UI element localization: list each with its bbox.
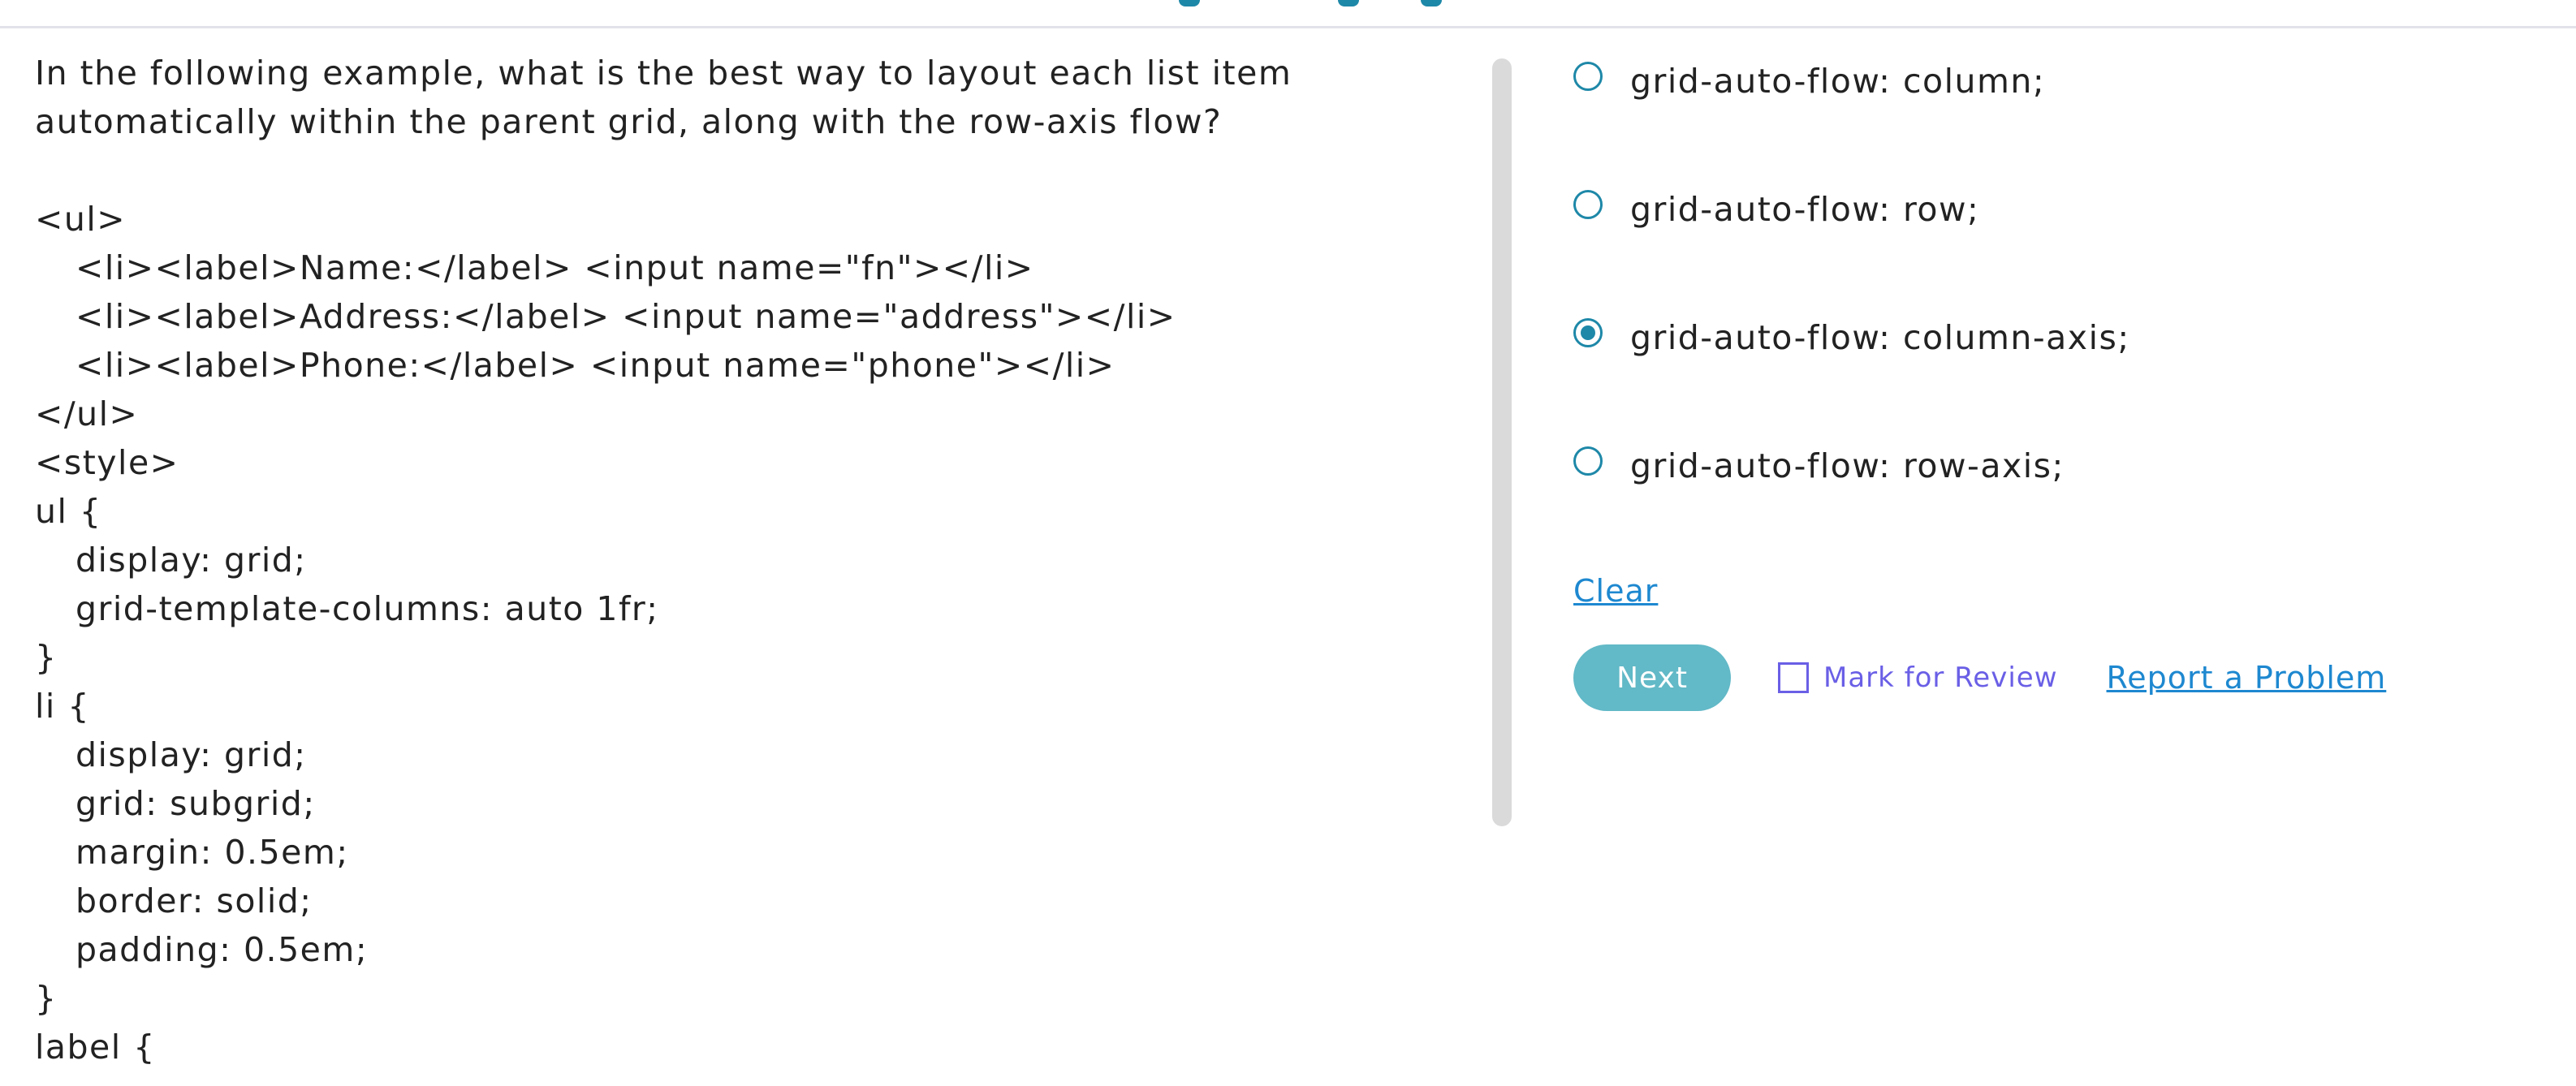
code-line: margin: 0.5em; <box>76 833 349 872</box>
code-line: display: grid; <box>76 735 307 774</box>
code-line: label { <box>35 1028 156 1067</box>
code-line: grid: subgrid; <box>76 784 316 823</box>
question-text-line: In the following example, what is the be… <box>35 54 1292 93</box>
code-line: <ul> <box>35 200 127 239</box>
answer-options: grid-auto-flow: column; grid-auto-flow: r… <box>1573 52 2130 565</box>
answer-option-label[interactable]: grid-auto-flow: row-axis; <box>1630 446 2065 485</box>
radio-icon[interactable] <box>1573 62 1603 91</box>
answer-option[interactable]: grid-auto-flow: row-axis; <box>1573 437 2130 495</box>
code-line: <li><label>Address:</label> <input name=… <box>76 297 1176 336</box>
answer-option-label[interactable]: grid-auto-flow: row; <box>1630 190 1979 229</box>
answer-option[interactable]: grid-auto-flow: column; <box>1573 52 2130 110</box>
code-snippet: <ul> <li><label>Name:</label> <input name… <box>35 195 1448 1071</box>
answer-option[interactable]: grid-auto-flow: row; <box>1573 180 2130 239</box>
report-problem-link[interactable]: Report a Problem <box>2107 660 2387 696</box>
question-text: In the following example, what is the be… <box>35 49 1448 146</box>
progress-dot <box>1421 0 1442 6</box>
question-pane: In the following example, what is the be… <box>35 49 1448 1071</box>
answer-option[interactable]: grid-auto-flow: column-axis; <box>1573 308 2130 367</box>
code-line: <style> <box>35 443 179 482</box>
radio-icon[interactable] <box>1573 446 1603 476</box>
question-text-line: automatically within the parent grid, al… <box>35 102 1223 141</box>
next-button[interactable]: Next <box>1573 644 1731 711</box>
code-line: <li><label>Phone:</label> <input name="p… <box>76 346 1115 385</box>
answer-option-label[interactable]: grid-auto-flow: column; <box>1630 62 2045 101</box>
mark-for-review-checkbox[interactable] <box>1778 662 1809 693</box>
top-divider <box>0 26 2576 28</box>
clear-link[interactable]: Clear <box>1573 573 1658 609</box>
code-line: grid-template-columns: auto 1fr; <box>76 589 659 628</box>
mark-for-review-label[interactable]: Mark for Review <box>1823 662 2058 694</box>
code-line: display: grid; <box>76 541 307 580</box>
code-line: ul { <box>35 492 102 531</box>
question-scrollbar[interactable] <box>1492 58 1512 826</box>
answer-option-label[interactable]: grid-auto-flow: column-axis; <box>1630 318 2130 357</box>
code-line: </ul> <box>35 394 139 433</box>
progress-dot <box>1338 0 1359 6</box>
code-line: padding: 0.5em; <box>76 930 369 969</box>
code-line: border: solid; <box>76 881 313 920</box>
code-line: } <box>35 638 58 677</box>
radio-icon[interactable] <box>1573 190 1603 219</box>
action-bar: Next Mark for Review Report a Problem <box>1573 644 2386 711</box>
code-line: <li><label>Name:</label> <input name="fn… <box>76 248 1034 287</box>
radio-selected-icon[interactable] <box>1573 318 1603 347</box>
code-line: } <box>35 979 58 1018</box>
progress-dot <box>1179 0 1200 6</box>
code-line: li { <box>35 687 90 726</box>
